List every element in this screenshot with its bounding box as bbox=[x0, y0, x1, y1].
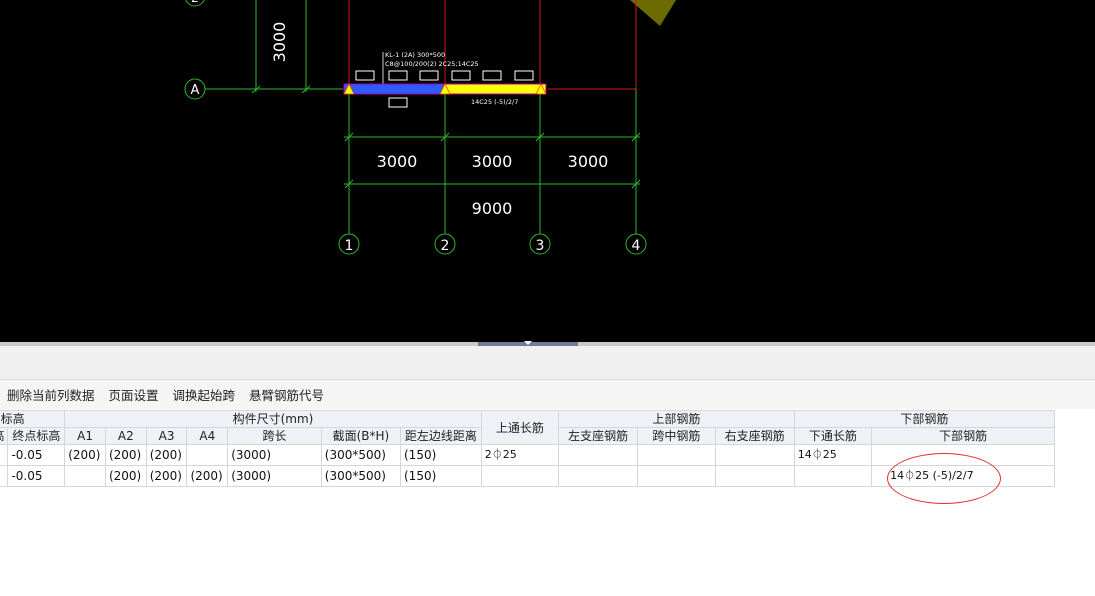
header-span-length[interactable]: 跨长 bbox=[227, 427, 322, 445]
cantilever-rebar-code-button[interactable]: 悬臂钢筋代号 bbox=[249, 385, 324, 404]
cell-mid-span[interactable] bbox=[637, 444, 716, 466]
cell-a4[interactable]: (200) bbox=[186, 465, 229, 487]
header-elevation-group: 标高 bbox=[0, 410, 66, 428]
axis-label-1: 1 bbox=[345, 238, 354, 254]
rebar-box[interactable] bbox=[419, 70, 439, 81]
cad-drawing: 2 3000 A KL-1 (2A) 300*500 C8@100/200(2)… bbox=[184, 0, 676, 255]
beam-label-line2: C8@100/200(2) 2C25;14C25 bbox=[385, 60, 479, 68]
header-top-through[interactable]: 上通长筋 bbox=[480, 410, 560, 445]
axis-label-top: 2 bbox=[191, 0, 199, 5]
splitter-arrow-icon[interactable] bbox=[524, 341, 532, 345]
table-row[interactable]: -0.05 (200) (200) (200) (3000) (300*500)… bbox=[0, 444, 1055, 466]
cell-a4[interactable] bbox=[186, 444, 229, 466]
axis-label-2: 2 bbox=[441, 238, 450, 254]
header-bottom-rebar-group: 下部钢筋 bbox=[793, 410, 1056, 428]
rebar-box[interactable] bbox=[451, 70, 471, 81]
delete-column-data-button[interactable]: 删除当前列数据 bbox=[7, 385, 95, 404]
beam-span-1[interactable] bbox=[343, 83, 446, 95]
rebar-box[interactable] bbox=[482, 70, 502, 81]
cell-section[interactable]: (300*500) bbox=[320, 465, 402, 487]
cell-bottom-through[interactable] bbox=[793, 465, 873, 487]
axis-label-a: A bbox=[191, 83, 200, 98]
span-dimension-3: 3000 bbox=[568, 152, 609, 171]
cell-elev-start[interactable] bbox=[0, 444, 9, 466]
header-bottom-bars[interactable]: 下部钢筋 bbox=[871, 427, 1055, 445]
cell-a2[interactable]: (200) bbox=[104, 465, 147, 487]
rebar-box[interactable] bbox=[355, 70, 375, 81]
rebar-box[interactable] bbox=[388, 70, 408, 81]
page-setup-button[interactable]: 页面设置 bbox=[109, 385, 159, 404]
span2-label: 14C25 (-5)/2/7 bbox=[471, 98, 518, 106]
header-a4[interactable]: A4 bbox=[186, 427, 229, 445]
cell-span-length[interactable]: (3000) bbox=[227, 444, 322, 466]
header-left-support[interactable]: 左支座钢筋 bbox=[558, 427, 639, 445]
vertical-dimension: 3000 bbox=[270, 22, 289, 63]
header-elev-start[interactable]: 高 bbox=[0, 427, 9, 445]
grid-toolbar: 删除当前列数据 页面设置 调换起始跨 悬臂钢筋代号 bbox=[0, 380, 1095, 409]
cell-section[interactable]: (300*500) bbox=[320, 444, 402, 466]
header-right-support[interactable]: 右支座钢筋 bbox=[714, 427, 795, 445]
red-annotation-circle bbox=[887, 453, 1001, 504]
cell-a1[interactable] bbox=[64, 465, 106, 487]
cell-bottom-through[interactable]: 14⏀25 bbox=[793, 444, 873, 466]
rebar-box[interactable] bbox=[514, 70, 534, 81]
beam-span-2[interactable] bbox=[444, 83, 547, 95]
header-top-rebar-group: 上部钢筋 bbox=[558, 410, 795, 428]
span-dimension-2: 3000 bbox=[472, 152, 513, 171]
cell-mid-span[interactable] bbox=[637, 465, 716, 487]
header-a2[interactable]: A2 bbox=[104, 427, 147, 445]
cell-a3[interactable]: (200) bbox=[145, 444, 188, 466]
header-dimensions-group: 构件尺寸(mm) bbox=[64, 410, 482, 428]
header-a3[interactable]: A3 bbox=[145, 427, 188, 445]
cell-right-support[interactable] bbox=[714, 444, 795, 466]
cell-top-through[interactable] bbox=[480, 465, 560, 487]
swap-start-span-button[interactable]: 调换起始跨 bbox=[173, 385, 236, 404]
beam-label-line1: KL-1 (2A) 300*500 bbox=[385, 51, 445, 59]
cad-drawing-canvas[interactable]: 2 3000 A KL-1 (2A) 300*500 C8@100/200(2)… bbox=[0, 0, 1095, 342]
cell-elev-start[interactable] bbox=[0, 465, 9, 487]
cell-a1[interactable]: (200) bbox=[64, 444, 106, 466]
panel-header bbox=[0, 346, 1095, 380]
header-a1[interactable]: A1 bbox=[64, 427, 106, 445]
cell-right-support[interactable] bbox=[714, 465, 795, 487]
cell-a2[interactable]: (200) bbox=[104, 444, 147, 466]
header-bottom-through[interactable]: 下通长筋 bbox=[793, 427, 873, 445]
cell-left-support[interactable] bbox=[558, 465, 639, 487]
olive-object bbox=[630, 0, 676, 26]
cell-elev-end[interactable]: -0.05 bbox=[7, 465, 66, 487]
cell-left-support[interactable] bbox=[558, 444, 639, 466]
total-dimension: 9000 bbox=[472, 199, 513, 218]
axis-label-3: 3 bbox=[536, 238, 545, 254]
cell-elev-end[interactable]: -0.05 bbox=[7, 444, 66, 466]
header-elev-end[interactable]: 终点标高 bbox=[7, 427, 66, 445]
axis-label-4: 4 bbox=[632, 238, 641, 254]
cell-offset[interactable]: (150) bbox=[400, 465, 482, 487]
header-section[interactable]: 截面(B*H) bbox=[320, 427, 402, 445]
cell-top-through[interactable]: 2⏀25 bbox=[480, 444, 560, 466]
cell-span-length[interactable]: (3000) bbox=[227, 465, 322, 487]
cell-a3[interactable]: (200) bbox=[145, 465, 188, 487]
span-dimension-1: 3000 bbox=[377, 152, 418, 171]
cell-offset[interactable]: (150) bbox=[400, 444, 482, 466]
header-offset[interactable]: 距左边线距离 bbox=[400, 427, 482, 445]
rebar-box[interactable] bbox=[388, 97, 408, 108]
header-mid-span[interactable]: 跨中钢筋 bbox=[637, 427, 716, 445]
